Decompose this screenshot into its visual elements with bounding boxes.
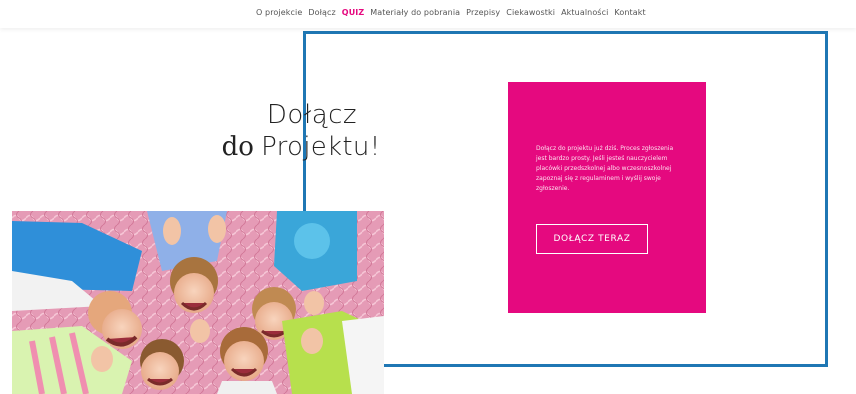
title-word-projektu: Projektu! xyxy=(261,132,381,162)
children-photo-illustration xyxy=(12,211,384,394)
nav-item-przepisy[interactable]: Przepisy xyxy=(466,8,500,17)
title-word-do: do xyxy=(221,132,254,162)
title-line-2: do Projektu! xyxy=(196,130,406,163)
nav-item-ciekawostki[interactable]: Ciekawostki xyxy=(506,8,555,17)
nav-item-materialy[interactable]: Materiały do pobrania xyxy=(370,8,460,17)
title-line-1: Dołącz xyxy=(266,100,358,130)
nav-menu: O projekcie Dołącz QUIZ Materiały do pob… xyxy=(256,8,646,17)
nav-item-dolacz[interactable]: Dołącz xyxy=(308,8,335,17)
nav-item-quiz[interactable]: QUIZ xyxy=(342,8,364,17)
join-now-button[interactable]: DOŁĄCZ TERAZ xyxy=(536,224,648,254)
top-navigation: O projekcie Dołącz QUIZ Materiały do pob… xyxy=(0,0,856,28)
nav-item-kontakt[interactable]: Kontakt xyxy=(614,8,645,17)
children-photo xyxy=(12,211,384,394)
join-card-text: Dołącz do projektu już dziś. Proces zgło… xyxy=(536,145,674,192)
nav-item-aktualnosci[interactable]: Aktualności xyxy=(561,8,608,17)
nav-item-o-projekcie[interactable]: O projekcie xyxy=(256,8,302,17)
join-card: Dołącz do projektu już dziś. Proces zgło… xyxy=(508,82,706,313)
page-title: Dołącz do Projektu! xyxy=(196,100,406,163)
